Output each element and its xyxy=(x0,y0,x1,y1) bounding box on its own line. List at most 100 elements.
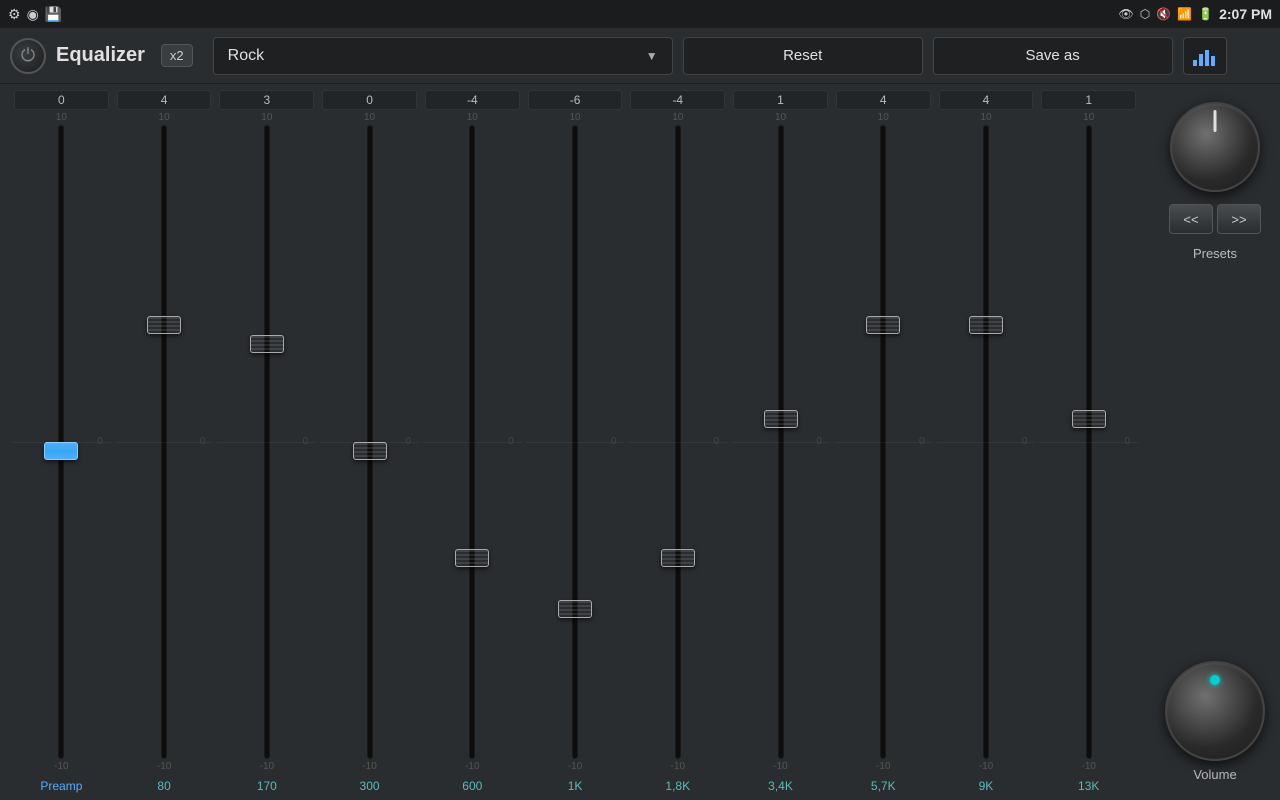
volume-knob[interactable] xyxy=(1165,661,1265,761)
band-label-b80: 80 xyxy=(115,779,214,793)
slider-handle-b1k8[interactable] xyxy=(661,549,695,567)
volume-knob-container: Volume xyxy=(1165,661,1265,782)
band-value-b1k: -6 xyxy=(528,90,623,110)
reset-button[interactable]: Reset xyxy=(683,37,923,75)
slider-handle-b170[interactable] xyxy=(250,335,284,353)
band-value-b3k4: 1 xyxy=(733,90,828,110)
right-panel: << >> Presets Volume xyxy=(1150,84,1280,800)
preset-dropdown[interactable]: Rock ▼ xyxy=(213,37,673,75)
scale-top-preamp: 10 xyxy=(56,112,67,123)
slider-handle-preamp[interactable] xyxy=(44,442,78,460)
scale-bot-b170: -10 xyxy=(260,761,274,772)
eye-icon: 👁 xyxy=(1119,7,1134,21)
zero-scale-label: 0 xyxy=(919,436,925,447)
presets-label: Presets xyxy=(1193,246,1237,261)
save-as-button[interactable]: Save as xyxy=(933,37,1173,75)
slider-track-b3k4[interactable] xyxy=(778,125,784,759)
slider-track-preamp[interactable] xyxy=(58,125,64,759)
slider-track-b9k[interactable] xyxy=(983,125,989,759)
band-value-b300: 0 xyxy=(322,90,417,110)
sliders-main: 10 0 -10 10 0 -10 10 0 -10 10 0 -10 10 0 -10 10 0 -10 10 0 -… xyxy=(4,112,1146,772)
scale-bot-b5k7: -10 xyxy=(876,761,890,772)
scale-top-b9k: 10 xyxy=(980,112,991,123)
slider-track-b1k[interactable] xyxy=(572,125,578,759)
scale-bot-b9k: -10 xyxy=(979,761,993,772)
band-col-preamp: 10 0 -10 xyxy=(12,112,111,772)
scale-top-b13k: 10 xyxy=(1083,112,1094,123)
scale-top-b1k8: 10 xyxy=(672,112,683,123)
slider-track-b5k7[interactable] xyxy=(880,125,886,759)
band-col-b9k: 100-10 xyxy=(937,112,1036,772)
preset-label: Rock xyxy=(228,47,264,65)
slider-handle-b13k[interactable] xyxy=(1072,410,1106,428)
slider-track-b80[interactable] xyxy=(161,125,167,759)
chart-button[interactable] xyxy=(1183,37,1227,75)
label-row: Preamp801703006001K1,8K3,4K5,7K9K13K xyxy=(4,772,1146,800)
bluetooth-icon: ⬡ xyxy=(1140,7,1150,21)
zero-scale-label: 0 xyxy=(611,436,617,447)
band-col-b5k7: 10 0 -10 xyxy=(834,112,933,772)
band-label-b9k: 9K xyxy=(937,779,1036,793)
volume-label: Volume xyxy=(1193,767,1236,782)
scale-top-b600: 10 xyxy=(467,112,478,123)
next-preset-button[interactable]: >> xyxy=(1217,204,1261,234)
band-col-b600: 100-10 xyxy=(423,112,522,772)
slider-track-b170[interactable] xyxy=(264,125,270,759)
slider-handle-b80[interactable] xyxy=(147,316,181,334)
scale-bot-b1k8: -10 xyxy=(671,761,685,772)
x2-badge[interactable]: x2 xyxy=(161,44,193,67)
prev-preset-button[interactable]: << xyxy=(1169,204,1213,234)
status-icons-left: ⚙ ◉ 💾 xyxy=(8,6,62,23)
band-label-b600: 600 xyxy=(423,779,522,793)
slider-handle-b5k7[interactable] xyxy=(866,316,900,334)
toolbar: ⏻ Equalizer x2 Rock ▼ Reset Save as xyxy=(0,28,1280,84)
band-col-b13k: 10 0 -10 xyxy=(1039,112,1138,772)
treble-knob-container xyxy=(1170,102,1260,192)
scale-bot-b600: -10 xyxy=(465,761,479,772)
preset-nav: << >> xyxy=(1169,204,1261,234)
chart-icon xyxy=(1191,44,1219,68)
slider-track-b1k8[interactable] xyxy=(675,125,681,759)
time-display: 2:07 PM xyxy=(1219,6,1272,22)
power-icon: ⏻ xyxy=(21,45,35,66)
zero-scale-label: 0 xyxy=(1125,436,1131,447)
scale-bot-b300: -10 xyxy=(362,761,376,772)
band-label-b300: 300 xyxy=(320,779,419,793)
mute-icon: 🔇 xyxy=(1156,7,1171,21)
slider-track-b300[interactable] xyxy=(367,125,373,759)
slider-track-b600[interactable] xyxy=(469,125,475,759)
wifi-icon: 📶 xyxy=(1177,7,1192,21)
scale-top-b5k7: 10 xyxy=(878,112,889,123)
volume-indicator xyxy=(1210,675,1220,685)
eq-area: 0430-4-6-41441 100-10100-10100-10100-101… xyxy=(0,84,1150,800)
zero-scale-label: 0 xyxy=(816,436,822,447)
knob-indicator xyxy=(1214,110,1217,132)
scale-top-b80: 10 xyxy=(159,112,170,123)
scale-bot-b13k: -10 xyxy=(1081,761,1095,772)
band-value-b9k: 4 xyxy=(939,90,1034,110)
scale-top-b300: 10 xyxy=(364,112,375,123)
band-label-b1k: 1K xyxy=(526,779,625,793)
band-value-b170: 3 xyxy=(219,90,314,110)
band-col-b3k4: 100-10 xyxy=(731,112,830,772)
slider-handle-b300[interactable] xyxy=(353,442,387,460)
treble-knob[interactable] xyxy=(1170,102,1260,192)
band-label-b3k4: 3,4K xyxy=(731,779,830,793)
status-right: 👁 ⬡ 🔇 📶 🔋 2:07 PM xyxy=(1119,6,1273,22)
power-button[interactable]: ⏻ xyxy=(10,38,46,74)
scale-bot-preamp: -10 xyxy=(54,761,68,772)
zero-scale-label: 0 xyxy=(200,436,206,447)
band-label-b1k8: 1,8K xyxy=(628,779,727,793)
zero-scale-label: 0 xyxy=(714,436,720,447)
slider-handle-b1k[interactable] xyxy=(558,600,592,618)
slider-handle-b3k4[interactable] xyxy=(764,410,798,428)
scale-top-b170: 10 xyxy=(261,112,272,123)
slider-handle-b9k[interactable] xyxy=(969,316,1003,334)
band-col-b1k: 100-10 xyxy=(526,112,625,772)
value-row: 0430-4-6-41441 xyxy=(4,84,1146,112)
slider-track-b13k[interactable] xyxy=(1086,125,1092,759)
zero-scale-label: 0 xyxy=(97,436,103,447)
slider-handle-b600[interactable] xyxy=(455,549,489,567)
band-value-b600: -4 xyxy=(425,90,520,110)
zero-scale-label: 0 xyxy=(405,436,411,447)
